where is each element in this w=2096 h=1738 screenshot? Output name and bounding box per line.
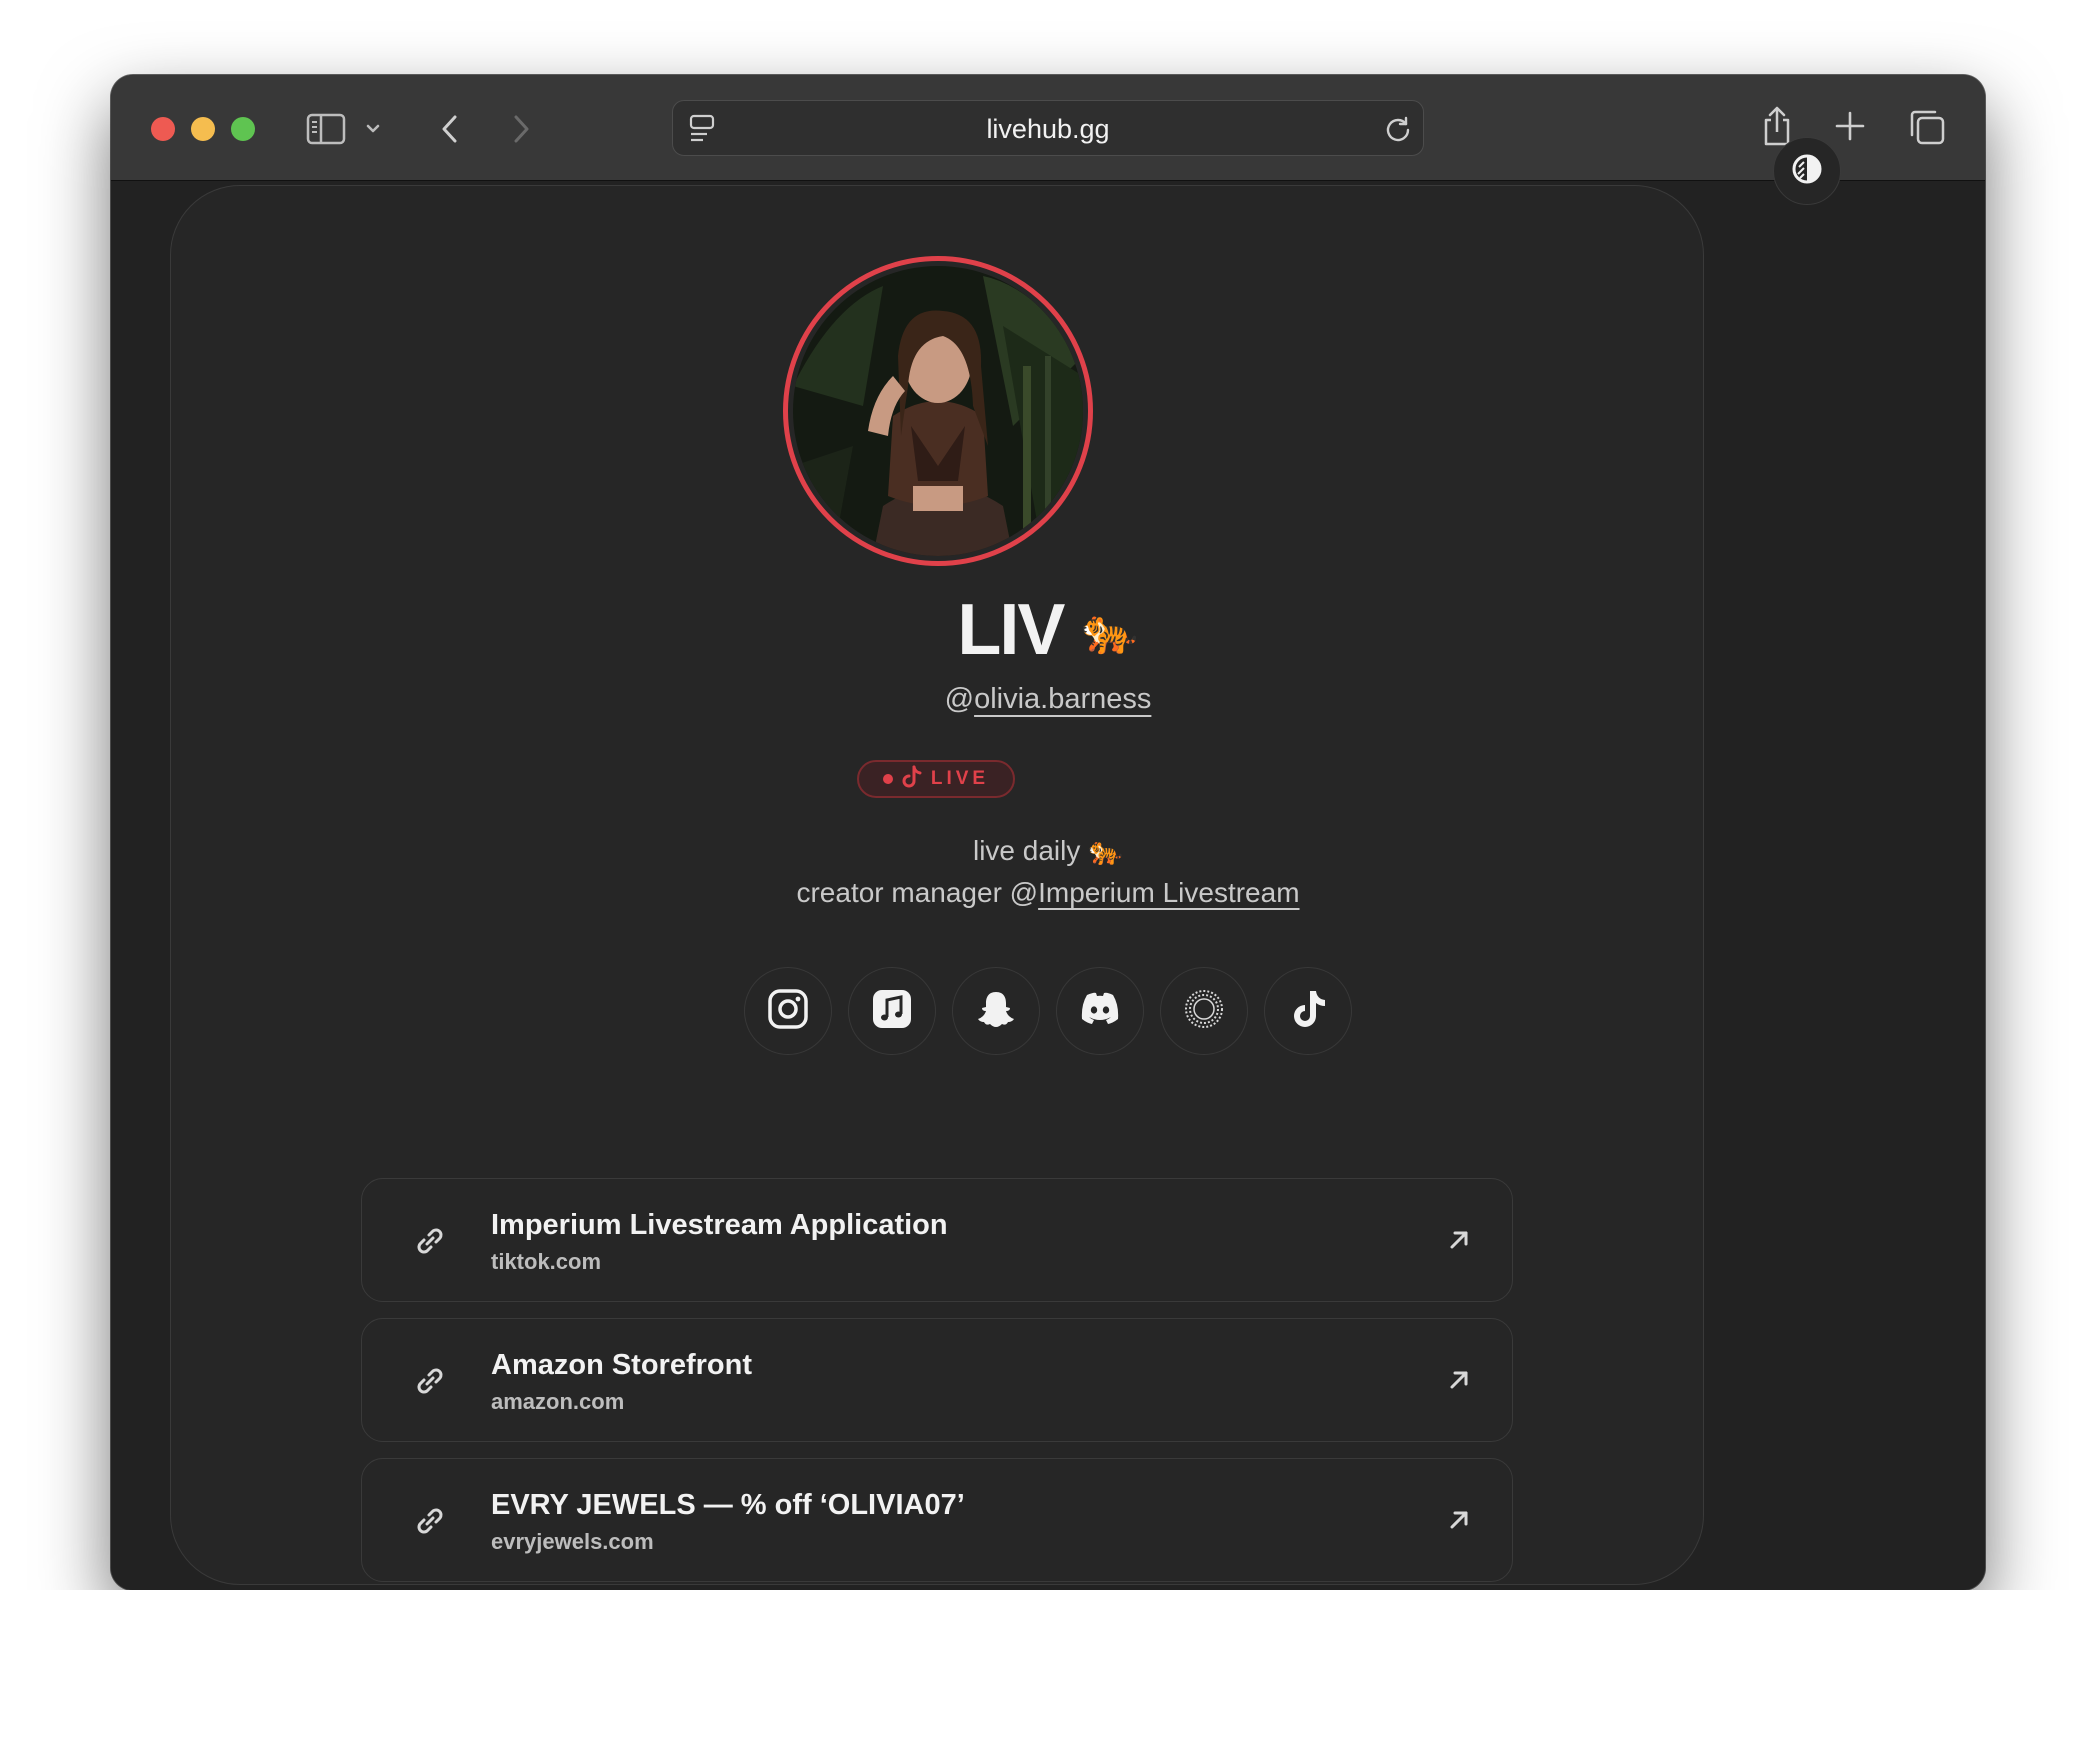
- link-domain: amazon.com: [491, 1389, 625, 1414]
- new-tab-icon[interactable]: [1833, 109, 1867, 143]
- link-card-evry-jewels[interactable]: EVRY JEWELS — % off ‘OLIVIA07’ evryjewel…: [361, 1458, 1513, 1582]
- arrow-up-right-icon: [1444, 1225, 1474, 1260]
- zoom-window-button[interactable]: [231, 117, 255, 141]
- discord-button[interactable]: [1056, 967, 1144, 1055]
- link-icon: [410, 1361, 450, 1406]
- link-title: EVRY JEWELS — % off ‘OLIVIA07’: [491, 1489, 965, 1521]
- url-text: livehub.gg: [986, 114, 1110, 144]
- link-icon: [410, 1501, 450, 1546]
- browser-toolbar: livehub.gg: [111, 75, 1985, 181]
- profile-handle[interactable]: @olivia.barness: [0, 683, 2096, 716]
- arrow-up-right-icon: [1444, 1365, 1474, 1400]
- instagram-button[interactable]: [744, 967, 832, 1055]
- social-links: [0, 967, 2096, 1055]
- profile-handle-link[interactable]: olivia.barness: [974, 683, 1151, 715]
- apple-music-icon: [870, 987, 914, 1036]
- sidebar-toggle-icon[interactable]: [305, 109, 347, 149]
- instagram-icon: [766, 987, 810, 1036]
- bio-manager-link[interactable]: Imperium Livestream: [1038, 877, 1299, 908]
- close-window-button[interactable]: [151, 117, 175, 141]
- profile-name-row: LIV 🐅: [0, 590, 2096, 670]
- link-icon: [410, 1221, 450, 1266]
- minimize-window-button[interactable]: [191, 117, 215, 141]
- forward-icon[interactable]: [506, 109, 536, 149]
- live-status-badge[interactable]: LIVE: [857, 760, 1015, 798]
- avatar-photo: [793, 266, 1083, 556]
- tiktok-button[interactable]: [1264, 967, 1352, 1055]
- live-dot-icon: [882, 774, 893, 784]
- threads-button[interactable]: [1160, 967, 1248, 1055]
- link-domain: evryjewels.com: [491, 1529, 654, 1554]
- bio-line-1: live daily 🐅: [972, 835, 1124, 866]
- link-card-imperium[interactable]: Imperium Livestream Application tiktok.c…: [361, 1178, 1513, 1302]
- snapchat-icon: [974, 987, 1018, 1036]
- link-domain: tiktok.com: [491, 1249, 602, 1274]
- link-card-amazon[interactable]: Amazon Storefront amazon.com: [361, 1318, 1513, 1442]
- theme-toggle-button[interactable]: [1773, 137, 1841, 205]
- avatar: [783, 256, 1093, 566]
- tiktok-icon: [1288, 987, 1328, 1036]
- address-bar[interactable]: livehub.gg: [672, 100, 1424, 156]
- arrow-up-right-icon: [1444, 1505, 1474, 1540]
- tab-overview-icon[interactable]: [1907, 107, 1947, 147]
- apple-music-button[interactable]: [848, 967, 936, 1055]
- profile-name: LIV: [957, 590, 1065, 670]
- tiktok-small-icon: [901, 765, 923, 794]
- live-label: LIVE: [930, 768, 990, 789]
- discord-icon: [1077, 989, 1123, 1034]
- contrast-icon: [1790, 152, 1824, 191]
- threads-icon: [1182, 987, 1226, 1036]
- snapchat-button[interactable]: [952, 967, 1040, 1055]
- tiger-emoji-icon: 🐅: [1081, 604, 1139, 656]
- bio-line-2: creator manager @Imperium Livestream: [796, 877, 1300, 908]
- link-title: Amazon Storefront: [491, 1349, 752, 1381]
- chevron-down-icon[interactable]: [361, 115, 385, 143]
- link-title: Imperium Livestream Application: [491, 1209, 948, 1241]
- back-icon[interactable]: [435, 109, 465, 149]
- reload-icon[interactable]: [1383, 113, 1413, 145]
